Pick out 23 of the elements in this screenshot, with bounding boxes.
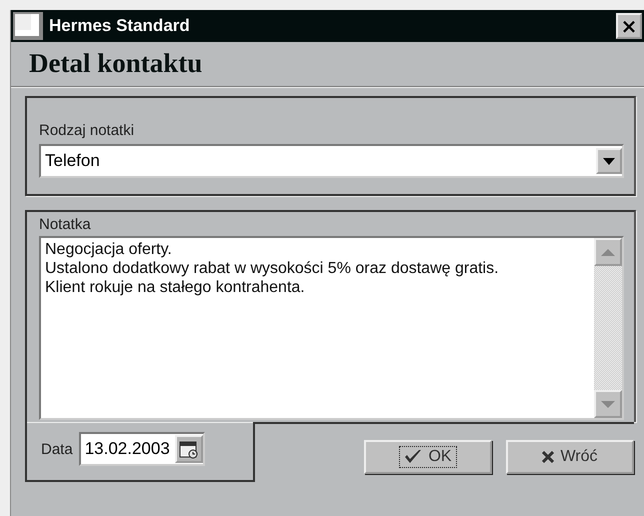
window-title: Hermes Standard [49, 16, 191, 36]
down-arrow-icon [601, 400, 615, 408]
up-arrow-icon [601, 248, 615, 256]
check-icon [404, 449, 422, 465]
calendar-icon [178, 439, 199, 459]
caret-icon [603, 158, 615, 164]
note-type-dropdown[interactable]: Telefon [39, 144, 624, 178]
form-heading: Detal kontaktu [28, 47, 204, 80]
scroll-down-button[interactable] [594, 390, 622, 418]
close-button[interactable]: × [616, 13, 642, 39]
scroll-up-button[interactable] [594, 238, 622, 266]
date-field[interactable]: 13.02.2003 [78, 432, 205, 466]
dropdown-value: Telefon [44, 151, 101, 171]
app-icon [13, 12, 43, 40]
field-label: Notatka [39, 216, 91, 233]
field-label: Data [41, 440, 73, 458]
calendar-button[interactable] [174, 435, 203, 463]
close-icon [542, 451, 554, 463]
dropdown-button[interactable] [596, 148, 622, 174]
back-button[interactable]: Wróć [506, 440, 634, 474]
field-label: Rodzaj notatki [39, 122, 134, 139]
ok-button[interactable]: OK [364, 440, 492, 474]
scrollbar[interactable] [594, 238, 622, 418]
